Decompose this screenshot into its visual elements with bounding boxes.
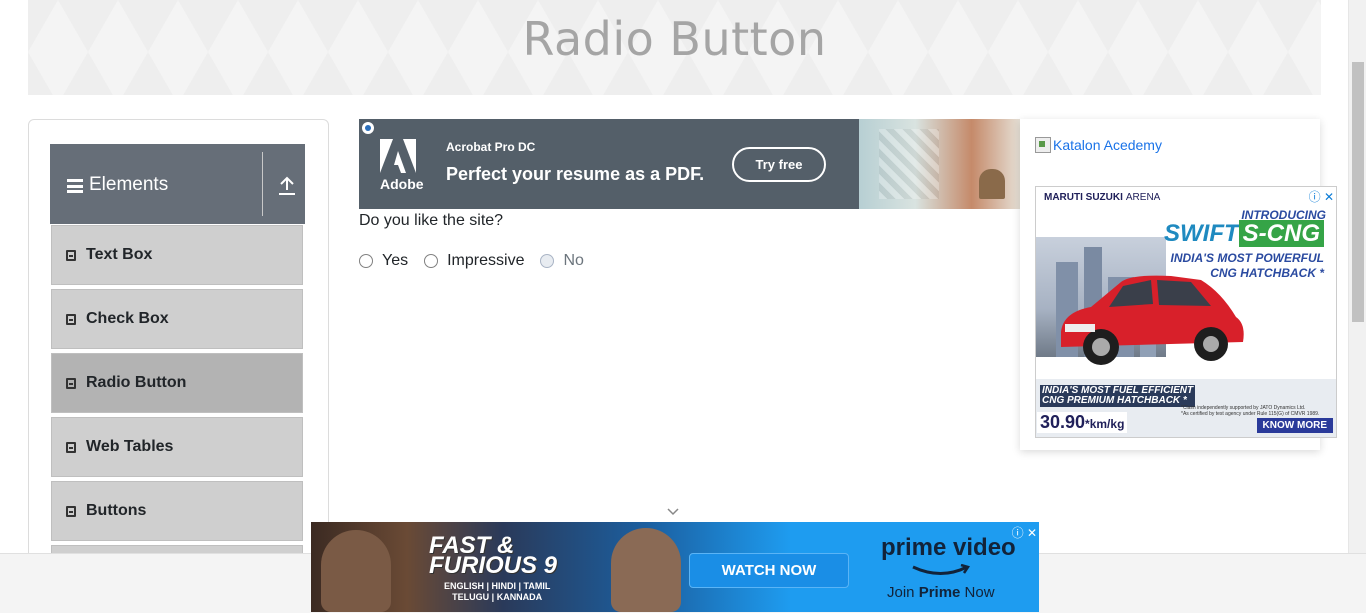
prime-video-ad-banner[interactable]: FAST & FURIOUS 9 ENGLISH | HINDI | TAMIL…: [311, 522, 1039, 612]
model-name: SWIFT: [1164, 220, 1239, 247]
ad-close-icon[interactable]: ⓘ ✕: [1011, 524, 1037, 541]
red-car-image: [1061, 275, 1244, 365]
sidebar-item-web-tables[interactable]: Web Tables: [51, 417, 303, 477]
vertical-scrollbar[interactable]: [1348, 0, 1366, 553]
list-icon: [66, 441, 76, 453]
radio-no: [540, 254, 555, 268]
broken-image-icon: [1035, 137, 1051, 153]
sidebar-item-label: Web Tables: [86, 438, 174, 455]
list-icon: [66, 377, 76, 389]
ad-mileage: 30.90*km/kg: [1037, 412, 1128, 433]
ad-claim: *Claim independently supported by JATO D…: [1181, 405, 1319, 417]
adobe-logo: Adobe: [380, 139, 424, 192]
hamburger-icon: [67, 179, 83, 193]
adobe-ad-banner[interactable]: Adobe Acrobat Pro DC Perfect your resume…: [359, 119, 1020, 209]
sidebar-item-buttons[interactable]: Buttons: [51, 481, 303, 541]
chevron-down-icon[interactable]: [667, 508, 679, 516]
radio-option-no: No: [540, 252, 584, 270]
sidebar-item-label: Text Box: [86, 246, 153, 263]
elements-group-header[interactable]: Elements: [50, 144, 305, 224]
watch-now-button[interactable]: WATCH NOW: [689, 553, 849, 588]
list-icon: [66, 249, 76, 261]
radio-impressive[interactable]: [424, 254, 439, 268]
mileage-value: 30.90: [1040, 412, 1086, 432]
radio-question: Do you like the site?: [359, 212, 504, 229]
list-icon: [66, 313, 76, 325]
prime-video-logo: prime video: [881, 534, 1016, 561]
radio-option-impressive[interactable]: Impressive: [424, 252, 524, 270]
languages-line-2: TELUGU | KANNADA: [452, 592, 543, 602]
brand-sub: ARENA: [1125, 192, 1161, 203]
adobe-logo-text: Adobe: [380, 176, 424, 192]
radio-label: No: [563, 252, 584, 269]
collapse-arrow-icon[interactable]: [278, 176, 296, 196]
ad-choices-icon[interactable]: [362, 122, 374, 134]
left-sidebar: Elements Text Box Check Box Radio Button…: [28, 119, 329, 561]
sidebar-item-radio-button[interactable]: Radio Button: [51, 353, 303, 413]
model-variant: S-CNG: [1238, 220, 1324, 247]
page-title: Radio Button: [522, 12, 827, 66]
sidebar-item-label: Buttons: [86, 502, 147, 519]
languages-line-1: ENGLISH | HINDI | TAMIL: [444, 581, 551, 591]
join-bold: Prime: [918, 584, 961, 601]
group-title: Elements: [89, 174, 169, 195]
try-free-button[interactable]: Try free: [732, 147, 826, 182]
adobe-logo-icon: [380, 139, 416, 173]
efficient-line-2: CNG PREMIUM HATCHBACK *: [1042, 395, 1187, 406]
join-prefix: Join: [887, 584, 919, 601]
sidebar-item-label: Check Box: [86, 310, 169, 327]
join-suffix: Now: [960, 584, 995, 601]
page-header: Radio Button: [28, 0, 1321, 95]
katalon-academy-image[interactable]: Katalon Acedemy: [1035, 137, 1162, 153]
know-more-button[interactable]: KNOW MORE: [1256, 418, 1333, 433]
movie-title: FAST & FURIOUS 9: [429, 534, 558, 579]
ad-close-icon[interactable]: ⓘ ✕: [1309, 188, 1334, 205]
header-divider: [262, 152, 263, 216]
maruti-brand: MARUTI SUZUKI ARENA: [1044, 192, 1160, 203]
ad-photo: [859, 119, 1020, 209]
amazon-smile-icon: [912, 564, 970, 575]
list-icon: [66, 505, 76, 517]
movie-languages: ENGLISH | HINDI | TAMIL TELUGU | KANNADA: [444, 581, 550, 603]
movie-title-line-2: FURIOUS 9: [429, 552, 558, 579]
sidebar-item-text-box[interactable]: Text Box: [51, 225, 303, 285]
ad-model: SWIFT S-CNG: [1164, 220, 1324, 248]
brand-name: MARUTI SUZUKI: [1044, 192, 1123, 203]
radio-yes[interactable]: [359, 254, 373, 268]
ad-product-name: Acrobat Pro DC: [446, 140, 536, 154]
radio-option-yes[interactable]: Yes: [359, 252, 408, 270]
ad-tagline: Perfect your resume as a PDF.: [446, 164, 705, 184]
claim-line-2: *As certified by test agency under Rule …: [1181, 411, 1320, 417]
sidebar-item-label: Radio Button: [86, 374, 187, 391]
scrollbar-thumb[interactable]: [1352, 62, 1364, 322]
maruti-ad-banner[interactable]: MARUTI SUZUKI ARENA ⓘ ✕ INTRODUCING SWIFT…: [1035, 186, 1337, 438]
join-prime-text: Join Prime Now: [887, 584, 995, 601]
mileage-unit: *km/kg: [1085, 417, 1125, 431]
radio-label: Yes: [382, 252, 409, 269]
sidebar-item-check-box[interactable]: Check Box: [51, 289, 303, 349]
broken-image-alt-text[interactable]: Katalon Acedemy: [1053, 137, 1162, 153]
radio-label: Impressive: [447, 252, 525, 269]
radio-group: Yes Impressive No: [359, 252, 600, 270]
ad-efficient: INDIA'S MOST FUEL EFFICIENT CNG PREMIUM …: [1040, 385, 1196, 407]
